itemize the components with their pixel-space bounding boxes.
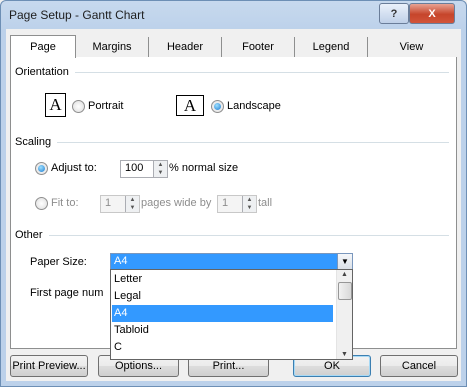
scaling-section: Scaling [15, 135, 453, 149]
paper-option-legal[interactable]: Legal [112, 288, 333, 305]
scaling-divider [57, 141, 449, 143]
normal-size-label: % normal size [169, 162, 239, 174]
title-bar[interactable]: Page Setup - Gantt Chart ? X [1, 1, 466, 29]
paper-size-dropdown-list[interactable]: Letter Legal A4 Tabloid C ▲ ▼ [110, 269, 353, 360]
spin-down-icon: ▼ [246, 205, 253, 211]
dropdown-scrollbar[interactable]: ▲ ▼ [336, 270, 352, 359]
chevron-down-icon[interactable]: ▼ [337, 254, 352, 270]
fit-tall-arrows: ▲ ▼ [242, 196, 256, 212]
tab-page[interactable]: Page [10, 35, 76, 58]
paper-option-a4[interactable]: A4 [112, 305, 333, 322]
scroll-up-icon[interactable]: ▲ [337, 271, 352, 278]
scaling-heading: Scaling [15, 136, 52, 148]
portrait-radio[interactable] [72, 100, 85, 113]
spin-down-icon[interactable]: ▼ [154, 169, 167, 177]
pages-wide-label: pages wide by [141, 197, 212, 209]
landscape-label[interactable]: Landscape [227, 100, 281, 112]
orientation-divider [74, 71, 449, 73]
other-divider [48, 234, 449, 236]
tab-margins[interactable]: Margins [76, 37, 149, 57]
fit-tall-value: 1 [222, 197, 229, 209]
spin-up-icon: ▲ [129, 197, 136, 203]
paper-size-value: A4 [114, 255, 128, 267]
fit-wide-value: 1 [105, 197, 112, 209]
fit-to-radio[interactable] [35, 197, 48, 210]
tab-legend[interactable]: Legend [295, 37, 368, 57]
fit-wide-arrows: ▲ ▼ [125, 196, 139, 212]
close-button[interactable]: X [409, 3, 455, 24]
spin-up-icon[interactable]: ▲ [154, 161, 167, 169]
dialog-client: Page Margins Header Footer Legend View O… [6, 29, 461, 381]
first-page-number-label: First page num [30, 287, 104, 299]
cancel-button[interactable]: Cancel [380, 355, 458, 377]
fit-tall-spinner: 1 ▲ ▼ [217, 195, 257, 213]
landscape-icon: A [176, 95, 204, 116]
help-button[interactable]: ? [379, 3, 409, 24]
print-preview-button[interactable]: Print Preview... [10, 355, 88, 377]
tab-footer[interactable]: Footer [222, 37, 295, 57]
tab-header[interactable]: Header [149, 37, 222, 57]
scroll-thumb[interactable] [338, 282, 352, 300]
adjust-to-radio[interactable] [35, 162, 48, 175]
spin-down-icon: ▼ [129, 205, 136, 211]
paper-option-tabloid[interactable]: Tabloid [112, 322, 333, 339]
adjust-percent-value: 100 [125, 162, 144, 174]
fit-wide-spinner: 1 ▲ ▼ [100, 195, 140, 213]
adjust-spinner-arrows[interactable]: ▲ ▼ [153, 161, 167, 177]
portrait-label[interactable]: Portrait [88, 100, 123, 112]
spin-up-icon: ▲ [246, 197, 253, 203]
paper-option-letter[interactable]: Letter [112, 271, 333, 288]
portrait-icon: A [45, 93, 66, 117]
other-heading: Other [15, 229, 43, 241]
scroll-down-icon[interactable]: ▼ [337, 351, 352, 358]
fit-to-label[interactable]: Fit to: [51, 197, 79, 209]
landscape-radio[interactable] [211, 100, 224, 113]
tall-label: tall [258, 197, 273, 209]
orientation-heading: Orientation [15, 66, 69, 78]
orientation-section: Orientation [15, 65, 453, 79]
page-tab-panel: Orientation A Portrait A Landscape Scali… [10, 57, 457, 360]
window-title: Page Setup - Gantt Chart [9, 8, 145, 22]
tab-strip: Page Margins Header Footer Legend View [10, 35, 457, 58]
tab-view[interactable]: View [368, 37, 455, 57]
adjust-to-label[interactable]: Adjust to: [51, 162, 97, 174]
other-section: Other [15, 228, 453, 242]
adjust-percent-spinner[interactable]: 100 ▲ ▼ [120, 160, 168, 178]
page-setup-dialog: Page Setup - Gantt Chart ? X Page Margin… [0, 0, 467, 387]
paper-size-label: Paper Size: [30, 256, 87, 268]
paper-option-c[interactable]: C [112, 339, 333, 356]
